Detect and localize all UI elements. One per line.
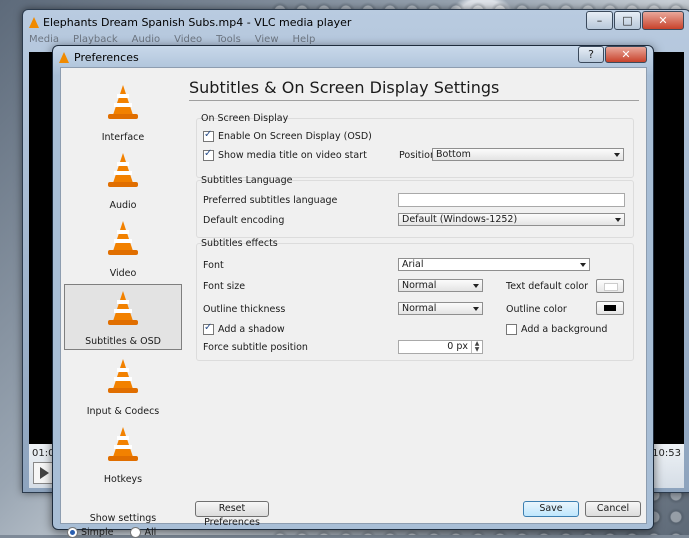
outline-thickness-value: Normal: [402, 303, 437, 314]
category-label: Subtitles & OSD: [85, 336, 161, 347]
show-title-label: Show media title on video start: [218, 150, 367, 161]
maximize-button[interactable]: □: [614, 11, 641, 30]
dialog-close-button[interactable]: ✕: [605, 46, 647, 63]
save-button[interactable]: Save: [523, 501, 579, 517]
force-position-value: 0 px: [447, 341, 468, 352]
vlc-window-title: Elephants Dream Spanish Subs.mp4 - VLC m…: [43, 15, 352, 29]
background-label: Add a background: [521, 324, 608, 335]
page-title: Subtitles & On Screen Display Settings: [189, 78, 500, 97]
category-interface[interactable]: Interface: [64, 79, 182, 143]
category-label: Hotkeys: [103, 474, 143, 485]
position-value: Bottom: [436, 149, 471, 160]
reset-preferences-button[interactable]: Reset Preferences: [195, 501, 269, 528]
font-size-label: Font size: [203, 281, 246, 292]
show-title-row: Show media title on video start: [203, 148, 367, 161]
total-time: 10:53: [652, 448, 681, 459]
vlc-title-bar: Elephants Dream Spanish Subs.mp4 - VLC m…: [29, 13, 351, 31]
dialog-window-controls: ? ✕: [578, 46, 647, 63]
vlc-cone-icon: [29, 16, 39, 28]
simple-radio[interactable]: [67, 527, 78, 538]
font-label: Font: [203, 260, 224, 271]
enable-osd-row: Enable On Screen Display (OSD): [203, 129, 372, 142]
show-settings: Show settings Simple All: [64, 513, 182, 538]
preferences-body: Interface Audio Video Subtitles & OSD In…: [60, 67, 647, 538]
force-position-spinbox[interactable]: 0 px ▲ ▼: [398, 340, 483, 354]
title-divider: [189, 100, 639, 101]
cancel-button[interactable]: Cancel: [585, 501, 641, 517]
all-radio[interactable]: [130, 527, 142, 538]
outline-thickness-select[interactable]: Normal: [398, 302, 483, 315]
default-encoding-label: Default encoding: [203, 215, 285, 226]
cables-cone-icon: [107, 359, 139, 393]
preferred-language-label: Preferred subtitles language: [203, 195, 338, 206]
category-hotkeys[interactable]: Hotkeys: [64, 421, 182, 485]
simple-label: Simple: [81, 527, 114, 538]
position-select[interactable]: Bottom: [432, 148, 624, 161]
show-settings-label: Show settings: [89, 513, 157, 524]
force-position-label: Force subtitle position: [203, 342, 308, 353]
category-subtitles-osd[interactable]: Subtitles & OSD: [64, 284, 182, 350]
language-group: [196, 180, 634, 238]
font-size-select[interactable]: Normal: [398, 279, 483, 292]
category-input-codecs[interactable]: Input & Codecs: [64, 353, 182, 417]
outline-thickness-label: Outline thickness: [203, 304, 286, 315]
subtitles-cone-icon: [107, 291, 139, 325]
video-cone-icon: [107, 221, 139, 255]
effects-group-label: Subtitles effects: [201, 238, 278, 249]
text-color-label: Text default color: [506, 281, 589, 292]
background-row: Add a background: [506, 324, 607, 335]
font-value: Arial: [402, 259, 424, 270]
shadow-checkbox[interactable]: [203, 322, 214, 335]
shadow-row: Add a shadow: [203, 322, 285, 335]
chevron-down-icon: [473, 307, 479, 311]
font-size-value: Normal: [402, 280, 437, 291]
enable-osd-label: Enable On Screen Display (OSD): [218, 131, 372, 142]
preferences-title: Preferences: [74, 50, 139, 64]
category-label: Video: [109, 268, 137, 279]
category-label: Interface: [101, 132, 145, 143]
headphones-cone-icon: [107, 153, 139, 187]
text-color-button[interactable]: [596, 279, 624, 293]
shadow-label: Add a shadow: [218, 324, 285, 335]
text-color-swatch: [604, 283, 618, 291]
preferences-title-bar: Preferences: [59, 49, 139, 65]
chevron-down-icon: [615, 218, 621, 222]
background-checkbox[interactable]: [506, 324, 517, 335]
chevron-down-icon: [473, 284, 479, 288]
outline-color-swatch: [604, 305, 616, 311]
category-list: Interface Audio Video Subtitles & OSD In…: [64, 71, 182, 491]
vlc-cone-icon: [107, 85, 139, 119]
vlc-window-controls: – □ ✕: [586, 11, 684, 30]
language-group-label: Subtitles Language: [201, 175, 293, 186]
enable-osd-checkbox[interactable]: [203, 129, 214, 142]
default-encoding-select[interactable]: Default (Windows-1252): [398, 213, 625, 226]
all-label: All: [144, 527, 157, 538]
preferred-language-input[interactable]: [398, 193, 625, 207]
spin-arrows-icon[interactable]: ▲ ▼: [471, 341, 482, 353]
close-button[interactable]: ✕: [642, 11, 684, 30]
position-label: Position: [399, 150, 436, 161]
hotkeys-cone-icon: [107, 427, 139, 461]
show-title-checkbox[interactable]: [203, 148, 214, 161]
outline-color-label: Outline color: [506, 304, 567, 315]
chevron-down-icon: [614, 153, 620, 157]
preferences-dialog: Preferences ? ✕ Interface Audio Video Su…: [52, 45, 654, 538]
category-audio[interactable]: Audio: [64, 147, 182, 211]
category-label: Audio: [109, 200, 137, 211]
vlc-cone-icon: [59, 51, 69, 63]
minimize-button[interactable]: –: [586, 11, 613, 30]
category-label: Input & Codecs: [86, 406, 160, 417]
outline-color-button[interactable]: [596, 301, 624, 315]
font-select[interactable]: Arial: [398, 258, 590, 271]
help-button[interactable]: ?: [578, 46, 604, 63]
encoding-value: Default (Windows-1252): [402, 214, 518, 225]
category-video[interactable]: Video: [64, 215, 182, 279]
chevron-down-icon: [580, 263, 586, 267]
osd-group-label: On Screen Display: [201, 113, 289, 124]
